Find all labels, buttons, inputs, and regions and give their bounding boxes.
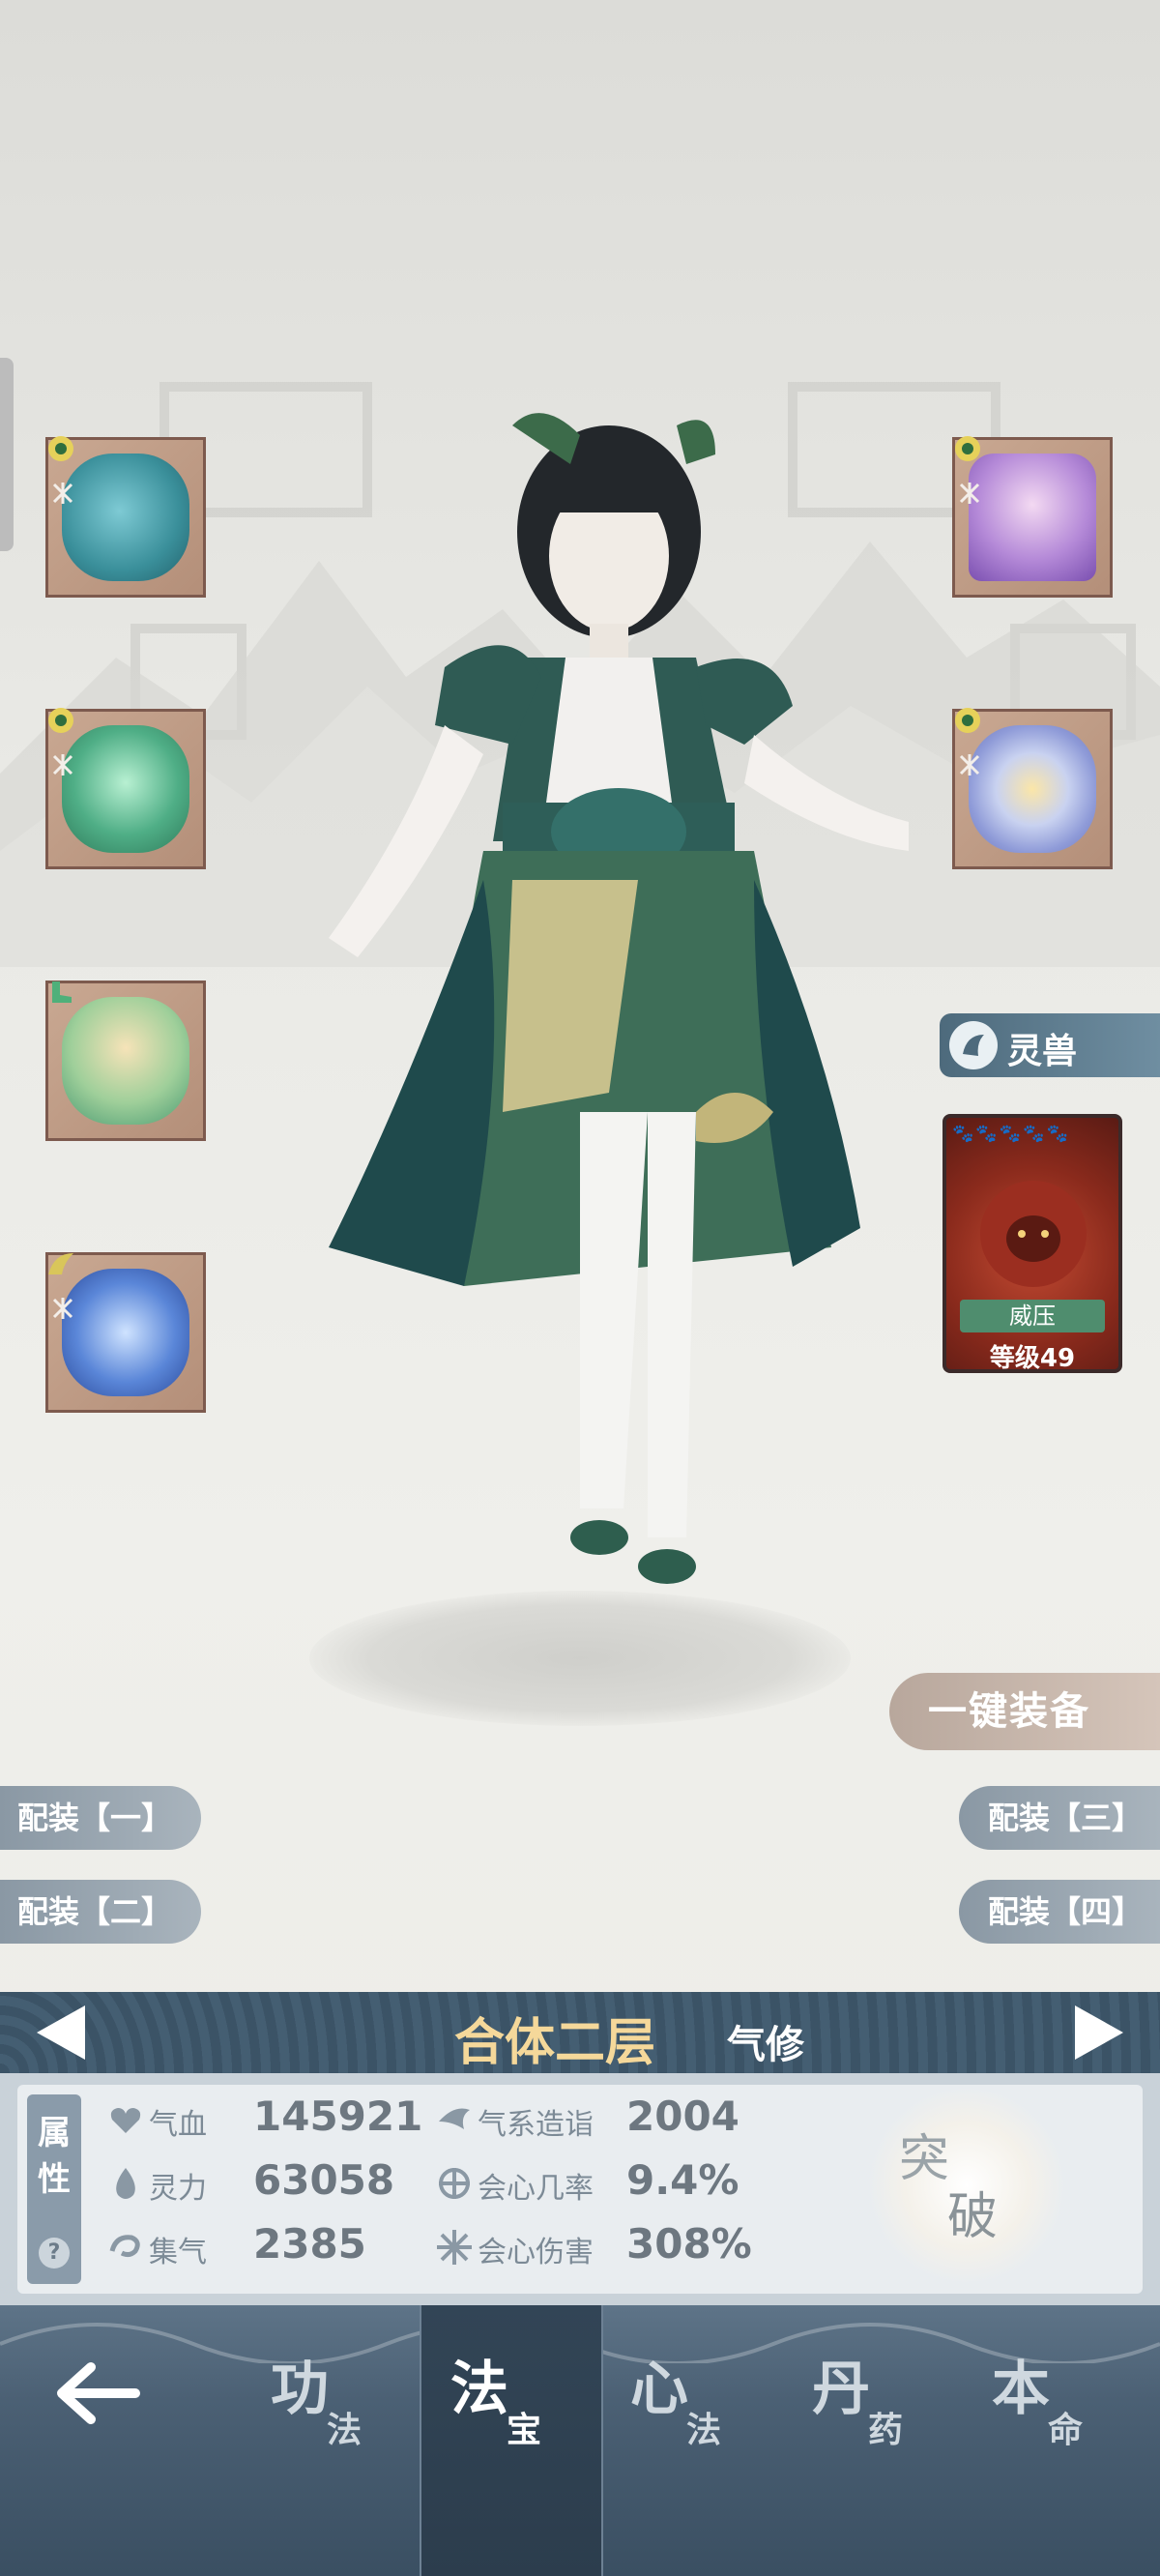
rune-icon	[52, 754, 73, 776]
stat-value: 63058	[253, 2156, 395, 2204]
equip-slot-6[interactable]	[952, 708, 1113, 869]
tab-small-char: 法	[686, 2410, 722, 2450]
breakthrough-button[interactable]: 突 破	[870, 2089, 1063, 2282]
one-key-equip-button[interactable]: 一键装备	[889, 1673, 1160, 1750]
stat-label: 会心几率	[478, 2172, 594, 2206]
tab-small-char: 命	[1048, 2410, 1084, 2450]
tab-gongfa[interactable]: 功 法	[242, 2305, 421, 2576]
tab-xinfa[interactable]: 心 法	[601, 2305, 781, 2576]
cultivation-type: 气修	[727, 2023, 804, 2067]
beast-rank-paws: 🐾🐾🐾🐾🐾	[952, 1124, 1071, 1144]
side-handle[interactable]	[0, 358, 14, 551]
equip-slot-2[interactable]	[45, 708, 206, 869]
tab-small-char: 法	[327, 2410, 362, 2450]
tab-big-char: 心	[630, 2356, 688, 2423]
stat-spirit: 灵力 63058	[106, 2152, 435, 2210]
stat-label: 灵力	[149, 2172, 207, 2206]
spirit-beast-card[interactable]: 🐾🐾🐾🐾🐾 威压 等级49	[942, 1114, 1122, 1373]
spirit-beast-tab[interactable]: 灵兽	[940, 1013, 1160, 1077]
qi-wind-icon	[439, 2108, 470, 2129]
next-arrow-icon[interactable]	[1075, 2005, 1123, 2060]
attributes-tag-char2: 性	[38, 2160, 71, 2199]
preset-1-button[interactable]: 配装【一】	[0, 1786, 202, 1850]
stat-qi-mastery: 气系造诣 2004	[435, 2089, 841, 2147]
tab-big-char: 丹	[812, 2356, 870, 2423]
stat-value: 2004	[626, 2093, 740, 2140]
bottom-nav: 功 法 法 宝 心 法 丹 药 本 命	[0, 2305, 1160, 2576]
stat-label: 集气	[149, 2236, 207, 2269]
beast-claw-icon	[949, 1021, 998, 1069]
spirit-drop-icon	[116, 2168, 135, 2199]
beast-skill-label: 威压	[960, 1300, 1105, 1332]
stat-value: 145921	[253, 2093, 423, 2140]
back-arrow-icon[interactable]	[54, 2359, 141, 2427]
help-icon[interactable]: ?	[39, 2238, 70, 2269]
equip-slot-1[interactable]	[45, 436, 206, 598]
tab-big-char: 功	[271, 2356, 329, 2423]
tab-big-char: 本	[992, 2356, 1050, 2423]
yin-yang-badge-icon	[48, 436, 73, 461]
preset-4-button[interactable]: 配装【四】	[958, 1880, 1160, 1944]
stat-value: 308%	[626, 2220, 752, 2268]
equip-slot-3[interactable]	[45, 981, 206, 1141]
realm-bar: 合体二层 气修	[0, 1992, 1160, 2073]
stat-hp: 气血 145921	[106, 2089, 435, 2147]
breakthrough-char2: 破	[947, 2188, 999, 2246]
tab-benming[interactable]: 本 命	[963, 2305, 1143, 2576]
character-scene: 灵兽 🐾🐾🐾🐾🐾 威压 等级49 一键装备 配装【一】 配装【二】 配装【三】 …	[0, 0, 1160, 1992]
preset-2-button[interactable]: 配装【二】	[0, 1880, 202, 1944]
stat-label: 气系造诣	[478, 2108, 594, 2142]
stat-crit-damage: 会心伤害 308%	[435, 2216, 841, 2274]
attributes-tag[interactable]: 属 性 ?	[27, 2094, 81, 2284]
rune-icon	[52, 483, 73, 504]
stat-label: 会心伤害	[478, 2236, 594, 2269]
beast-portrait	[980, 1181, 1087, 1287]
boot-badge-icon	[52, 981, 72, 1003]
tab-danyao[interactable]: 丹 药	[783, 2305, 963, 2576]
equip-slot-4[interactable]	[45, 1252, 206, 1413]
crit-rate-icon	[439, 2168, 470, 2199]
tab-big-char: 法	[450, 2356, 508, 2423]
breakthrough-char1: 突	[899, 2130, 950, 2188]
spirit-beast-label: 灵兽	[1007, 1032, 1078, 1071]
equip-slot-5[interactable]	[952, 436, 1113, 598]
swirl-icon	[109, 2235, 140, 2258]
wing-badge-icon	[48, 1253, 73, 1274]
prev-arrow-icon[interactable]	[37, 2005, 85, 2060]
tab-small-char: 药	[868, 2410, 904, 2450]
character-portrait	[329, 413, 909, 1584]
crit-damage-icon	[437, 2230, 472, 2265]
stat-value: 2385	[253, 2220, 366, 2268]
attributes-tag-char1: 属	[38, 2114, 71, 2152]
stat-value: 9.4%	[626, 2156, 740, 2204]
rune-icon	[52, 1298, 73, 1319]
preset-3-button[interactable]: 配装【三】	[958, 1786, 1160, 1850]
beast-level: 等级49	[989, 1344, 1076, 1373]
yin-yang-badge-icon	[48, 708, 73, 733]
stat-label: 气血	[149, 2108, 207, 2142]
tab-fabao[interactable]: 法 宝	[420, 2305, 603, 2576]
tab-small-char: 宝	[507, 2410, 542, 2450]
realm-name: 合体二层	[454, 2013, 656, 2072]
stat-gather: 集气 2385	[106, 2216, 435, 2274]
stat-crit-rate: 会心几率 9.4%	[435, 2152, 841, 2210]
heart-icon	[110, 2108, 141, 2133]
